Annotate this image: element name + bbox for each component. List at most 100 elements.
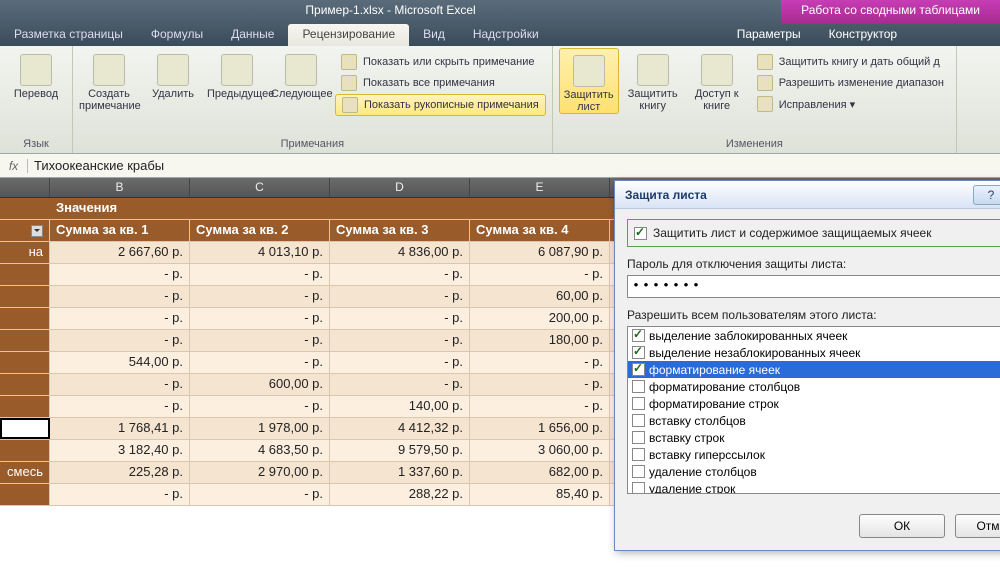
tab-review[interactable]: Рецензирование xyxy=(288,24,409,46)
row-label[interactable] xyxy=(0,396,50,417)
cell[interactable]: - р. xyxy=(190,330,330,351)
col-header-b[interactable]: B xyxy=(50,178,190,197)
col-header-d[interactable]: D xyxy=(330,178,470,197)
row-label[interactable] xyxy=(0,286,50,307)
permission-checkbox[interactable] xyxy=(632,397,645,410)
cell[interactable]: - р. xyxy=(470,352,610,373)
section-label[interactable]: Значения xyxy=(50,198,190,219)
row-label[interactable]: на xyxy=(0,242,50,263)
tab-pivot-options[interactable]: Параметры xyxy=(723,24,815,46)
tab-page-layout[interactable]: Разметка страницы xyxy=(0,24,137,46)
permission-checkbox[interactable] xyxy=(632,380,645,393)
cell[interactable]: - р. xyxy=(190,396,330,417)
cell[interactable] xyxy=(0,220,50,241)
cell[interactable]: 180,00 р. xyxy=(470,330,610,351)
cell[interactable]: - р. xyxy=(50,264,190,285)
cell[interactable]: - р. xyxy=(50,308,190,329)
cell[interactable]: - р. xyxy=(330,264,470,285)
cell[interactable]: - р. xyxy=(190,308,330,329)
cell[interactable]: - р. xyxy=(50,330,190,351)
cell[interactable]: 140,00 р. xyxy=(330,396,470,417)
row-label[interactable] xyxy=(0,374,50,395)
permission-checkbox[interactable] xyxy=(632,363,645,376)
col-q2[interactable]: Сумма за кв. 2 xyxy=(190,220,330,241)
cell[interactable]: 6 087,90 р. xyxy=(470,242,610,263)
cell[interactable]: - р. xyxy=(330,352,470,373)
filter-dropdown-icon[interactable] xyxy=(31,225,43,237)
row-label[interactable] xyxy=(0,264,50,285)
cell[interactable]: - р. xyxy=(50,396,190,417)
cell[interactable]: - р. xyxy=(50,374,190,395)
dialog-help-button[interactable]: ? xyxy=(973,185,1000,205)
row-label[interactable] xyxy=(0,352,50,373)
cell[interactable]: - р. xyxy=(190,264,330,285)
col-q3[interactable]: Сумма за кв. 3 xyxy=(330,220,470,241)
cell[interactable]: 1 978,00 р. xyxy=(190,418,330,439)
cell[interactable]: 4 836,00 р. xyxy=(330,242,470,263)
cell[interactable]: 1 656,00 р. xyxy=(470,418,610,439)
permissions-listbox[interactable]: выделение заблокированных ячееквыделение… xyxy=(627,326,1000,494)
protect-workbook-button[interactable]: Защитить книгу xyxy=(623,48,683,112)
new-comment-button[interactable]: Создать примечание xyxy=(79,48,139,112)
permission-item[interactable]: вставку строк xyxy=(628,429,1000,446)
show-hide-comment-button[interactable]: Показать или скрыть примечание xyxy=(335,52,546,72)
share-workbook-button[interactable]: Доступ к книге xyxy=(687,48,747,112)
cell[interactable]: - р. xyxy=(50,484,190,505)
cell[interactable]: - р. xyxy=(470,264,610,285)
permission-checkbox[interactable] xyxy=(632,482,645,493)
cell[interactable]: 288,22 р. xyxy=(330,484,470,505)
permission-checkbox[interactable] xyxy=(632,329,645,342)
fx-icon[interactable]: fx xyxy=(0,159,28,173)
cell[interactable]: - р. xyxy=(330,374,470,395)
ok-button[interactable]: ОК xyxy=(859,514,945,538)
col-header-a[interactable] xyxy=(0,178,50,197)
permission-checkbox[interactable] xyxy=(632,465,645,478)
permission-item[interactable]: выделение заблокированных ячеек xyxy=(628,327,1000,344)
permission-item[interactable]: форматирование строк xyxy=(628,395,1000,412)
permission-item[interactable]: удаление строк xyxy=(628,480,1000,493)
cell[interactable]: - р. xyxy=(50,286,190,307)
cell[interactable]: 200,00 р. xyxy=(470,308,610,329)
tab-data[interactable]: Данные xyxy=(217,24,288,46)
tab-formulas[interactable]: Формулы xyxy=(137,24,217,46)
cell[interactable]: 600,00 р. xyxy=(190,374,330,395)
row-label[interactable] xyxy=(0,308,50,329)
row-label[interactable] xyxy=(0,330,50,351)
protect-sheet-button[interactable]: Защитить лист xyxy=(559,48,619,114)
delete-comment-button[interactable]: Удалить xyxy=(143,48,203,100)
tab-view[interactable]: Вид xyxy=(409,24,459,46)
cell[interactable]: - р. xyxy=(190,352,330,373)
cell[interactable]: 4 412,32 р. xyxy=(330,418,470,439)
cell[interactable] xyxy=(0,198,50,219)
cell[interactable]: - р. xyxy=(190,484,330,505)
col-q4[interactable]: Сумма за кв. 4 xyxy=(470,220,610,241)
cell[interactable]: 2 970,00 р. xyxy=(190,462,330,483)
dialog-titlebar[interactable]: Защита листа ? X xyxy=(615,181,1000,209)
permission-checkbox[interactable] xyxy=(632,414,645,427)
permission-checkbox[interactable] xyxy=(632,346,645,359)
col-header-e[interactable]: E xyxy=(470,178,610,197)
cancel-button[interactable]: Отмена xyxy=(955,514,1000,538)
password-input[interactable] xyxy=(627,275,1000,298)
permission-checkbox[interactable] xyxy=(632,448,645,461)
permission-item[interactable]: выделение незаблокированных ячеек xyxy=(628,344,1000,361)
cell[interactable]: 682,00 р. xyxy=(470,462,610,483)
next-comment-button[interactable]: Следующее xyxy=(271,48,331,100)
show-all-comments-button[interactable]: Показать все примечания xyxy=(335,73,546,93)
cell[interactable]: 9 579,50 р. xyxy=(330,440,470,461)
prev-comment-button[interactable]: Предыдущее xyxy=(207,48,267,100)
cell[interactable]: 1 337,60 р. xyxy=(330,462,470,483)
show-ink-button[interactable]: Показать рукописные примечания xyxy=(335,94,546,116)
permission-item[interactable]: форматирование ячеек xyxy=(628,361,1000,378)
cell[interactable]: - р. xyxy=(330,308,470,329)
row-label[interactable]: смесь xyxy=(0,462,50,483)
tab-pivot-design[interactable]: Конструктор xyxy=(815,24,911,46)
cell[interactable]: - р. xyxy=(190,286,330,307)
tab-addins[interactable]: Надстройки xyxy=(459,24,553,46)
cell[interactable]: 4 683,50 р. xyxy=(190,440,330,461)
cell[interactable]: - р. xyxy=(470,374,610,395)
cell[interactable]: - р. xyxy=(470,396,610,417)
cell[interactable]: 3 060,00 р. xyxy=(470,440,610,461)
allow-edit-ranges-button[interactable]: Разрешить изменение диапазон xyxy=(751,73,950,93)
protect-contents-checkbox[interactable] xyxy=(634,227,647,240)
